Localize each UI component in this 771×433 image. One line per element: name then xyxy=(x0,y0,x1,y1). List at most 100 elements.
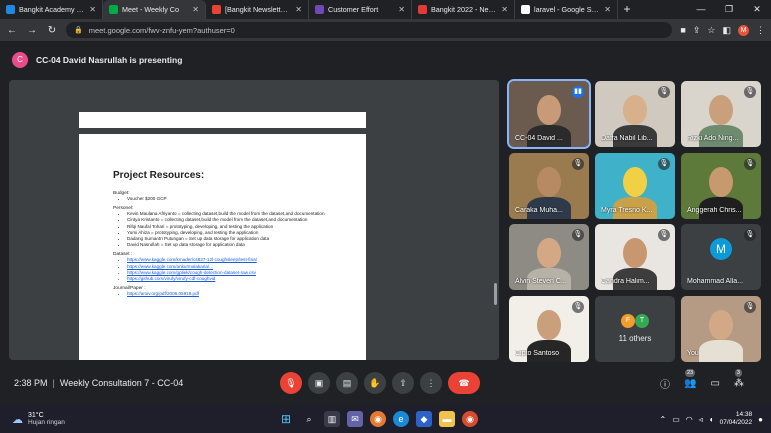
close-tab-icon[interactable]: ✕ xyxy=(295,5,302,14)
chrome-active-icon[interactable]: ◉ xyxy=(462,411,478,427)
activities-button[interactable]: 3 ⁂ xyxy=(734,368,744,389)
bookmark-star-icon[interactable]: ☆ xyxy=(707,25,715,36)
mic-muted-icon: 🎙 xyxy=(744,229,756,241)
participant-tile[interactable]: Caraka Muha... 🎙 xyxy=(509,153,589,219)
close-window-button[interactable]: ✕ xyxy=(743,0,771,19)
teams-chat-icon[interactable]: ✉ xyxy=(347,411,363,427)
url-text: meet.google.com/fwv-znfu-yem?authuser=0 xyxy=(88,25,235,35)
participant-name: Cipto Santoso xyxy=(515,350,559,357)
tab-title: Bangkit Academy - Ca xyxy=(19,5,86,14)
close-tab-icon[interactable]: ✕ xyxy=(604,5,611,14)
url-input[interactable]: 🔒 meet.google.com/fwv-znfu-yem?authuser=… xyxy=(66,22,673,38)
browser-tab[interactable]: Customer Effort ✕ xyxy=(309,0,412,19)
back-icon[interactable]: ← xyxy=(6,25,18,36)
browser-tab[interactable]: Meet - Weekly Co ✕ xyxy=(103,0,206,19)
participant-tile[interactable]: Daffa Nabil Lib... 🎙 xyxy=(595,81,675,147)
presenting-text: CC-04 David Nasrullah is presenting xyxy=(36,55,183,65)
system-tray: ⌃ ▭ ◠ ◃ ◖ 14:38 07/04/2022 ● xyxy=(660,411,764,427)
new-tab-button[interactable]: + xyxy=(618,0,636,19)
mic-off-button[interactable]: 🎙 xyxy=(280,372,302,394)
meeting-title: Weekly Consultation 7 - CC-04 xyxy=(59,378,184,388)
tray-chevron-icon[interactable]: ⌃ xyxy=(660,415,667,424)
search-icon[interactable]: ⌕ xyxy=(301,411,317,427)
browser-tab[interactable]: Bangkit 2022 - Newsl ✕ xyxy=(412,0,515,19)
vscode-icon[interactable]: ◆ xyxy=(416,411,432,427)
file-explorer-icon[interactable]: ▬ xyxy=(439,411,455,427)
others-avatar: F xyxy=(621,314,635,328)
power-icon[interactable]: ◖ xyxy=(709,415,714,424)
volume-icon[interactable]: ◃ xyxy=(699,415,703,424)
camera-indicator-icon[interactable]: ■ xyxy=(680,25,685,35)
activities-badge: 3 xyxy=(734,368,742,377)
participant-name: Myra Tresno K... xyxy=(601,207,653,214)
participant-tile[interactable]: Rizki Ado Ning... 🎙 xyxy=(681,81,761,147)
participant-tile[interactable]: CC-04 David ... ▮▮ xyxy=(507,79,591,149)
browser-tab[interactable]: [Bangkit Newsletter # ✕ xyxy=(206,0,309,19)
close-tab-icon[interactable]: ✕ xyxy=(398,5,405,14)
document-link[interactable]: https://github.com/virufy/virufy-cdf-cou… xyxy=(127,276,334,282)
people-button[interactable]: 23 👥 xyxy=(684,368,696,389)
windows-start-icon[interactable]: ⊞ xyxy=(278,411,294,427)
taskbar-clock[interactable]: 14:38 07/04/2022 xyxy=(720,411,753,427)
close-tab-icon[interactable]: ✕ xyxy=(192,5,199,14)
notification-icon[interactable]: ● xyxy=(758,415,763,424)
participant-video xyxy=(709,95,733,125)
restore-button[interactable]: ❐ xyxy=(715,0,743,19)
reload-icon[interactable]: ↻ xyxy=(46,25,58,36)
participant-tile[interactable]: Candra Halim... 🎙 xyxy=(595,224,675,290)
tab-title: Meet - Weekly Co xyxy=(122,5,179,14)
clock-time: 14:38 xyxy=(735,411,753,418)
close-tab-icon[interactable]: ✕ xyxy=(501,5,508,14)
present-button[interactable]: ⇧ xyxy=(392,372,414,394)
participant-video xyxy=(537,238,561,268)
participant-avatar: M xyxy=(710,238,732,260)
profile-avatar[interactable]: M xyxy=(738,24,749,36)
edge-icon[interactable]: e xyxy=(393,411,409,427)
participant-name: Daffa Nabil Lib... xyxy=(601,135,653,142)
participant-name: Rizki Ado Ning... xyxy=(687,135,739,142)
battery-icon[interactable]: ▭ xyxy=(672,415,680,424)
tab-title: Bangkit 2022 - Newsl xyxy=(431,5,498,14)
participant-tile[interactable]: Myra Tresno K... 🎙 xyxy=(595,153,675,219)
forms-favicon xyxy=(315,5,324,14)
participant-tile[interactable]: Anggerah Chris... 🎙 xyxy=(681,153,761,219)
participant-video xyxy=(623,238,647,268)
call-controls: 🎙 ▣ ▤ ✋ ⇧ ⋮ ☎ xyxy=(280,372,480,394)
share-icon[interactable]: ⇪ xyxy=(693,25,701,36)
task-view-icon[interactable]: ▥ xyxy=(324,411,340,427)
tab-title: laravel - Google Sear xyxy=(534,5,601,14)
tab-title: Customer Effort xyxy=(328,5,379,14)
participant-name: Alvin Steven C... xyxy=(515,278,567,285)
minimize-button[interactable]: — xyxy=(687,0,715,19)
scrollbar-thumb[interactable] xyxy=(494,283,497,305)
participant-video xyxy=(709,310,733,340)
chat-icon[interactable]: ▭ xyxy=(710,378,719,389)
raise-hand-button[interactable]: ✋ xyxy=(364,372,386,394)
forward-icon[interactable]: → xyxy=(26,25,38,36)
participant-tile[interactable]: Cipto Santoso 🎙 xyxy=(509,296,589,362)
close-tab-icon[interactable]: ✕ xyxy=(89,5,96,14)
leave-call-button[interactable]: ☎ xyxy=(448,372,480,394)
captions-button[interactable]: ▤ xyxy=(336,372,358,394)
extensions-icon[interactable]: ◧ xyxy=(722,25,731,36)
participant-video xyxy=(537,310,561,340)
participant-tile[interactable]: M Mohammad Alla... 🎙 xyxy=(681,224,761,290)
participant-tile[interactable]: You 🎙 xyxy=(681,296,761,362)
weather-widget[interactable]: ☁ 31°C Hujan ringan xyxy=(12,412,65,426)
camera-button[interactable]: ▣ xyxy=(308,372,330,394)
document-link[interactable]: https://arxiv.org/pdf/2006.05919.pdf xyxy=(127,291,334,297)
browser-tab[interactable]: laravel - Google Sear ✕ xyxy=(515,0,618,19)
menu-icon[interactable]: ⋮ xyxy=(756,25,765,36)
mic-muted-icon: 🎙 xyxy=(658,158,670,170)
meeting-details-icon[interactable]: ⓘ xyxy=(660,376,670,391)
participant-tile[interactable]: Alvin Steven C... 🎙 xyxy=(509,224,589,290)
browser-toolbar: ■ ⇪ ☆ ◧ M ⋮ xyxy=(680,24,765,36)
lock-icon: 🔒 xyxy=(74,27,83,34)
browser-tab[interactable]: Bangkit Academy - Ca ✕ xyxy=(0,0,103,19)
others-tile[interactable]: F T 11 others xyxy=(595,296,675,362)
more-options-button[interactable]: ⋮ xyxy=(420,372,442,394)
wifi-icon[interactable]: ◠ xyxy=(686,415,693,424)
others-avatar: T xyxy=(635,314,649,328)
previous-page-strip xyxy=(79,112,366,128)
chrome-icon[interactable]: ◉ xyxy=(370,411,386,427)
